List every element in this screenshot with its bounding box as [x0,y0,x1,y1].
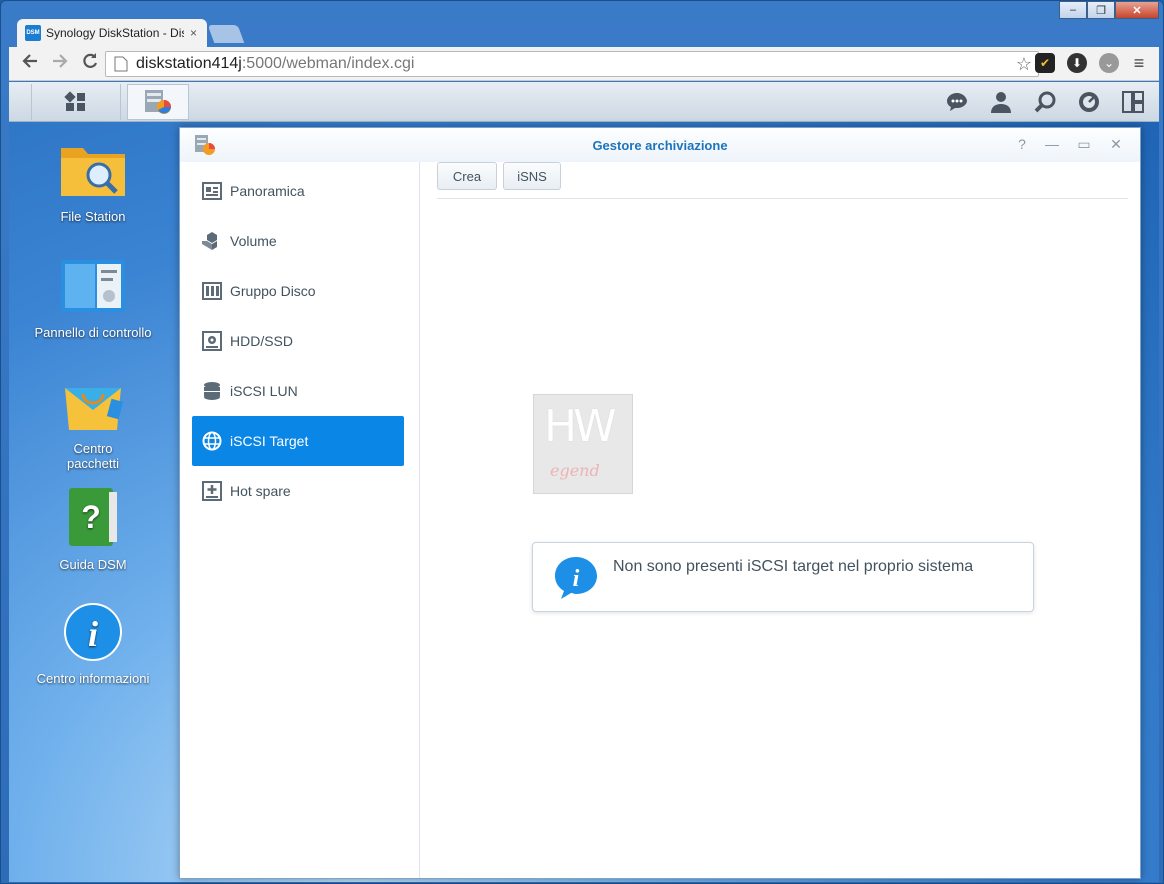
svg-text:?: ? [81,499,101,535]
bookmark-star-icon[interactable]: ☆ [1016,54,1032,75]
desktop-icon-file-station[interactable]: File Station [13,140,173,224]
sidebar-item-label: Hot spare [230,483,291,499]
extension-download-icon[interactable]: ⬇ [1067,53,1087,73]
forward-icon[interactable] [45,52,75,75]
sidebar: Panoramica Volume Gruppo Disco HDD/SSD i… [180,162,420,878]
desktop-icon-label: Centro informazioni [36,671,150,686]
control-panel-icon [13,256,173,319]
sidebar-item-hot-spare[interactable]: Hot spare [192,466,404,516]
desktop-icon-label: Centro pacchetti [66,441,120,471]
info-icon: i [13,602,173,665]
create-button[interactable]: Crea [437,162,497,190]
maximize-window-button[interactable]: ❐ [1087,1,1115,19]
minimize-window-button[interactable]: – [1059,1,1087,19]
user-icon[interactable] [979,86,1023,118]
sidebar-item-label: iSCSI Target [230,433,309,449]
new-tab-button[interactable] [207,25,245,43]
toolbar-divider [437,198,1128,199]
extension-shield-icon[interactable]: ⌄ [1099,53,1119,73]
globe-icon [202,431,222,451]
help-button[interactable]: ? [1012,136,1032,152]
menu-icon[interactable]: ≡ [1129,53,1149,73]
browser-toolbar: diskstation414j:5000/webman/index.cgi ☆ … [9,47,1159,81]
sidebar-item-label: Volume [230,233,277,249]
main-menu-button[interactable] [31,84,121,120]
sidebar-item-hdd-ssd[interactable]: HDD/SSD [192,316,404,366]
sidebar-item-label: iSCSI LUN [230,383,298,399]
svg-text:i: i [88,614,98,654]
watermark-top: HW [544,401,617,452]
sidebar-item-volume[interactable]: Volume [192,216,404,266]
sidebar-item-iscsi-target[interactable]: iSCSI Target [192,416,404,466]
browser-window: DSM Synology DiskStation - Dis × – ❐ ✕ d… [0,0,1164,884]
desktop-icon-info-center[interactable]: i Centro informazioni [13,602,173,686]
tab-close-button[interactable]: × [190,26,197,40]
window-title: Gestore archiviazione [592,138,728,153]
sidebar-item-iscsi-lun[interactable]: iSCSI LUN [192,366,404,416]
disk-group-icon [202,281,222,301]
sidebar-item-label: HDD/SSD [230,333,294,349]
empty-state-message: i Non sono presenti iSCSI target nel pro… [532,542,1034,612]
browser-tab[interactable]: DSM Synology DiskStation - Dis × [17,19,207,47]
close-window-button[interactable]: ✕ [1115,1,1159,19]
sidebar-item-label: Panoramica [230,183,305,199]
desktop-icon-label: Guida DSM [59,557,127,572]
grid-menu-icon [64,91,85,111]
hdd-icon [202,331,222,351]
window-titlebar[interactable]: Gestore archiviazione ? — ▭ ✕ [180,128,1140,162]
taskbar-tray [935,86,1155,118]
minimize-button[interactable]: — [1042,136,1062,152]
main-panel: Crea iSNS HW egend i Non sono presenti i… [421,162,1140,878]
help-book-icon: ? [13,486,173,551]
storage-manager-window: Gestore archiviazione ? — ▭ ✕ Panoramica… [179,127,1141,879]
storage-manager-icon [145,90,171,114]
url-host: diskstation414j [136,55,242,72]
hwlegend-watermark-logo: HW egend [533,394,633,494]
watermark-bottom: egend [550,461,600,480]
close-button[interactable]: ✕ [1106,136,1126,153]
search-icon[interactable] [1023,86,1067,118]
maximize-button[interactable]: ▭ [1074,136,1094,153]
address-bar[interactable]: diskstation414j:5000/webman/index.cgi ☆ [105,51,1039,77]
window-controls: – ❐ ✕ [1059,1,1159,19]
back-icon[interactable] [15,52,45,75]
shopping-bag-icon [13,372,173,435]
info-bubble-icon: i [553,555,597,599]
url-path: :5000/webman/index.cgi [241,55,415,72]
sidebar-item-label: Gruppo Disco [230,283,316,299]
isns-button[interactable]: iSNS [503,162,561,190]
dsm-favicon-icon: DSM [25,25,41,41]
widgets-icon[interactable] [1111,86,1155,118]
resource-monitor-icon[interactable] [1067,86,1111,118]
hot-spare-icon [202,481,222,501]
desktop-icon-package-center[interactable]: Centro pacchetti [13,372,173,471]
empty-state-text: Non sono presenti iSCSI target nel propr… [613,558,974,575]
volume-icon [202,231,222,251]
iscsi-lun-icon [202,381,222,401]
desktop-icon-label: File Station [60,209,126,224]
dsm-taskbar [9,82,1159,122]
desktop-icon-label: Pannello di controllo [34,325,152,340]
svg-text:i: i [573,566,580,592]
sidebar-item-overview[interactable]: Panoramica [192,166,404,216]
desktop-icon-control-panel[interactable]: Pannello di controllo [13,256,173,340]
taskbar-storage-manager[interactable] [127,84,189,120]
tab-strip: DSM Synology DiskStation - Dis × – ❐ ✕ [1,1,1164,47]
chat-icon[interactable] [935,86,979,118]
extension-check-icon[interactable]: ✔ [1035,53,1055,73]
desktop-icon-dsm-help[interactable]: ? Guida DSM [13,486,173,572]
sidebar-item-disk-group[interactable]: Gruppo Disco [192,266,404,316]
page-icon [114,56,128,72]
reload-icon[interactable] [75,52,105,75]
tab-title: Synology DiskStation - Dis [46,26,184,40]
overview-icon [202,181,222,201]
folder-search-icon [13,140,173,203]
